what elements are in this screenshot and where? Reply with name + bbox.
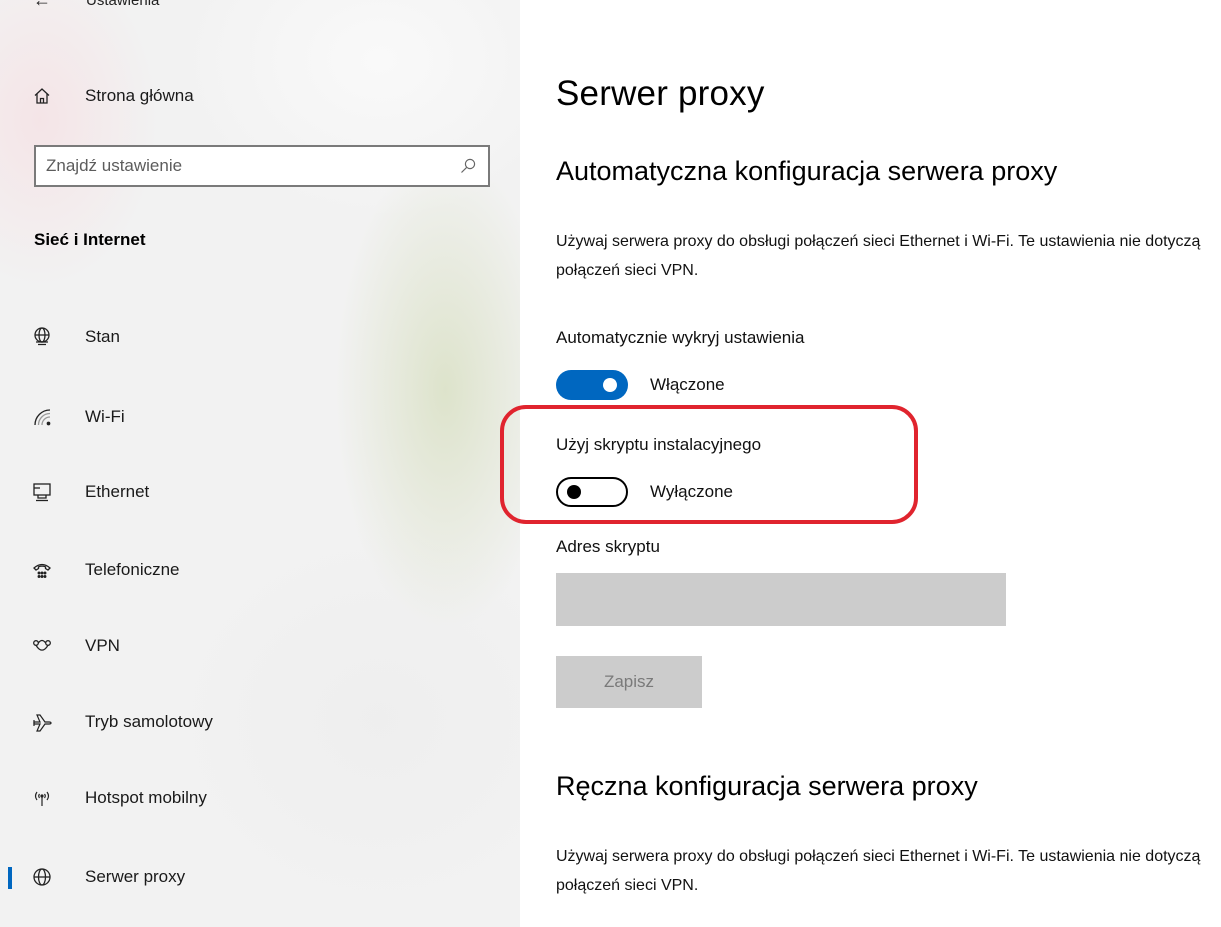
auto-detect-state: Włączone — [650, 375, 725, 394]
toggle-knob — [603, 378, 617, 392]
airplane-icon — [31, 711, 53, 733]
search-box[interactable] — [34, 145, 490, 187]
sidebar-item-label: Serwer proxy — [85, 867, 186, 886]
manual-config-title: Ręczna konfiguracja serwera proxy — [556, 771, 978, 801]
manual-config-description: Używaj serwera proxy do obsługi połączeń… — [556, 848, 1201, 894]
search-icon[interactable] — [460, 158, 476, 174]
settings-window: ← Ustawienia Strona główna Sie — [0, 0, 1221, 927]
script-address-input[interactable] — [556, 573, 1006, 626]
sidebar-item-wifi[interactable]: Wi-Fi — [0, 395, 520, 439]
sidebar-item-tryb-samolotowy[interactable]: Tryb samolotowy — [0, 700, 520, 744]
sidebar-item-label: Wi-Fi — [85, 407, 125, 426]
hotspot-icon — [31, 787, 53, 809]
auto-config-description: Używaj serwera proxy do obsługi połączeń… — [556, 233, 1201, 279]
vpn-icon — [31, 635, 53, 657]
sidebar-item-label: VPN — [85, 636, 120, 655]
auto-detect-toggle-row[interactable]: Włączone — [556, 370, 725, 400]
setup-script-toggle-row[interactable]: Wyłączone — [556, 477, 733, 507]
home-icon — [31, 85, 53, 107]
back-arrow-icon[interactable]: ← — [33, 0, 51, 11]
dial-up-icon — [31, 559, 53, 581]
selected-indicator — [8, 867, 12, 889]
sidebar-item-stan[interactable]: Stan — [0, 315, 520, 359]
setup-script-label: Użyj skryptu instalacyjnego — [556, 435, 762, 454]
sidebar-item-label: Tryb samolotowy — [85, 712, 213, 731]
sidebar-item-label: Stan — [85, 327, 120, 346]
sidebar-item-label: Ethernet — [85, 482, 150, 501]
sidebar-item-serwer-proxy[interactable]: Serwer proxy — [0, 855, 520, 899]
sidebar-item-label: Hotspot mobilny — [85, 788, 207, 807]
sidebar-item-label: Strona główna — [85, 86, 194, 105]
globe-icon — [31, 866, 53, 888]
script-address-label: Adres skryptu — [556, 537, 660, 556]
toggle-knob — [567, 485, 581, 499]
window-title: Ustawienia — [86, 0, 160, 9]
sidebar-item-home[interactable]: Strona główna — [0, 74, 520, 118]
page-title: Serwer proxy — [556, 74, 765, 113]
title-bar: ← Ustawienia — [0, 0, 520, 12]
save-button[interactable]: Zapisz — [556, 656, 702, 708]
sidebar-item-ethernet[interactable]: Ethernet — [0, 470, 520, 514]
main-content: Serwer proxy Automatyczna konfiguracja s… — [500, 0, 1221, 927]
auto-detect-toggle[interactable] — [556, 370, 628, 400]
setup-script-state: Wyłączone — [650, 482, 733, 501]
setup-script-toggle[interactable] — [556, 477, 628, 507]
wifi-icon — [31, 406, 53, 428]
sidebar: ← Ustawienia Strona główna Sie — [0, 0, 520, 927]
sidebar-item-hotspot-mobilny[interactable]: Hotspot mobilny — [0, 776, 520, 820]
ethernet-icon — [31, 481, 53, 503]
globe-status-icon — [31, 325, 53, 347]
sidebar-item-telefoniczne[interactable]: Telefoniczne — [0, 548, 520, 592]
sidebar-section-title: Sieć i Internet — [34, 230, 146, 249]
sidebar-item-vpn[interactable]: VPN — [0, 624, 520, 668]
sidebar-item-label: Telefoniczne — [85, 560, 180, 579]
auto-config-title: Automatyczna konfiguracja serwera proxy — [556, 156, 1058, 186]
search-input[interactable] — [46, 147, 446, 185]
auto-detect-label: Automatycznie wykryj ustawienia — [556, 328, 805, 347]
